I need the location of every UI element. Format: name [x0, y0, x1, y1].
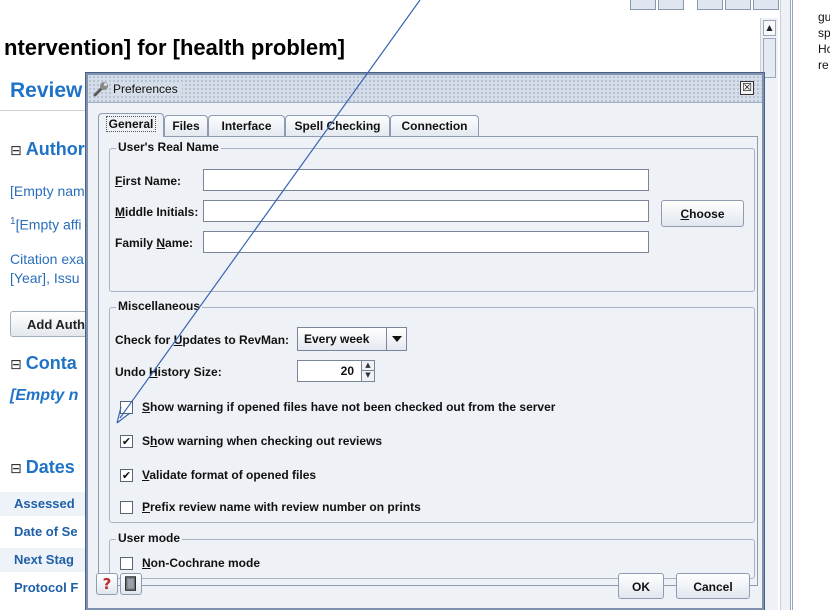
cancel-button[interactable]: Cancel — [676, 573, 750, 599]
review-title: ntervention] for [health problem] — [4, 35, 345, 60]
checkbox-warn-checking-out-label[interactable]: Show warning when checking out reviews — [142, 434, 382, 448]
middle-initials-label: Middle Initials: — [115, 205, 199, 219]
guide-text-line: sp — [818, 26, 830, 40]
author-name-link[interactable]: [Empty nam — [10, 183, 85, 199]
help-icon[interactable]: ? — [96, 573, 118, 595]
citation-example-line1: Citation exa — [10, 251, 84, 267]
real-name-group-label: User's Real Name — [116, 140, 221, 154]
date-row-assessed: Assessed — [14, 496, 75, 511]
tab-interface[interactable]: Interface — [208, 115, 285, 136]
date-row-protocol: Protocol F — [14, 580, 79, 595]
guide-panel — [790, 0, 830, 610]
updates-frequency-value: Every week — [304, 332, 370, 346]
close-icon[interactable]: ☒ — [740, 81, 754, 95]
authors-section-heading[interactable]: ⊟ Author — [10, 139, 85, 160]
guide-text-line: re — [818, 58, 829, 72]
first-name-label: First Name: — [115, 174, 182, 188]
first-name-field[interactable] — [203, 169, 649, 191]
collapse-icon[interactable]: ⊟ — [10, 357, 22, 373]
checkbox-validate-format[interactable]: ✔ — [120, 469, 133, 482]
guide-text-line: Hc — [818, 42, 830, 56]
undo-history-value: 20 — [340, 364, 354, 378]
dialog-titlebar[interactable]: Preferences ☒ — [88, 75, 762, 103]
undo-history-label: Undo History Size: — [115, 365, 222, 379]
contact-empty-link[interactable]: [Empty n — [10, 387, 78, 405]
checkbox-non-cochrane-mode[interactable] — [120, 557, 133, 570]
ok-button[interactable]: OK — [618, 573, 664, 599]
date-row-date-of-search: Date of Se — [14, 524, 78, 539]
user-mode-group-label: User mode — [116, 531, 183, 545]
updates-frequency-select[interactable]: Every week — [297, 327, 407, 351]
tab-connection[interactable]: Connection — [390, 115, 479, 136]
family-name-field[interactable] — [203, 231, 649, 253]
manual-book-icon[interactable] — [120, 573, 142, 595]
wrench-icon — [93, 82, 108, 97]
checkbox-warn-not-checked-out[interactable] — [120, 401, 133, 414]
tab-files[interactable]: Files — [164, 115, 208, 136]
family-name-label: Family Name: — [115, 236, 194, 250]
scroll-up-icon[interactable]: ▲ — [763, 20, 776, 36]
spinner-up-icon[interactable]: ▲ — [361, 361, 374, 371]
contact-section-heading[interactable]: ⊟ Conta — [10, 353, 77, 374]
miscellaneous-group: Miscellaneous Check for Updates to RevMa… — [109, 299, 755, 523]
tab-spell-checking[interactable]: Spell Checking — [285, 115, 390, 136]
preferences-dialog: Preferences ☒ General Files Interface Sp… — [86, 73, 764, 610]
miscellaneous-group-label: Miscellaneous — [116, 299, 203, 313]
checkbox-non-cochrane-mode-label[interactable]: Non-Cochrane mode — [142, 556, 260, 570]
choose-button[interactable]: Choose — [661, 200, 744, 227]
collapse-icon[interactable]: ⊟ — [10, 143, 22, 159]
toolbar-button[interactable] — [658, 0, 684, 10]
guide-text-line: gu — [818, 10, 830, 24]
checkbox-warn-checking-out[interactable]: ✔ — [120, 435, 133, 448]
chevron-down-icon[interactable] — [386, 328, 406, 350]
screen: ntervention] for [health problem] Review… — [0, 0, 830, 610]
date-row-next-stage: Next Stag — [14, 552, 74, 567]
general-tab-panel: User's Real Name First Name: Middle Init… — [98, 136, 758, 586]
middle-initials-field[interactable] — [203, 200, 649, 222]
toolbar-button[interactable] — [753, 0, 779, 10]
dialog-body: General Files Interface Spell Checking C… — [88, 103, 762, 608]
author-affiliation-link[interactable]: 1[Empty affi — [10, 216, 81, 233]
tab-general[interactable]: General — [98, 113, 164, 137]
citation-example-line2: [Year], Issu — [10, 270, 80, 286]
panel-splitter[interactable] — [780, 0, 790, 610]
toolbar-button[interactable] — [697, 0, 723, 10]
updates-label: Check for Updates to RevMan: — [115, 333, 290, 347]
review-subtitle: Review — [10, 79, 83, 102]
undo-history-spinner[interactable]: 20 ▲ ▼ — [297, 360, 375, 382]
collapse-icon[interactable]: ⊟ — [10, 461, 22, 477]
toolbar-button[interactable] — [630, 0, 656, 10]
dates-section-heading[interactable]: ⊟ Dates — [10, 457, 75, 478]
checkbox-prefix-review-name[interactable] — [120, 501, 133, 514]
real-name-group: User's Real Name First Name: Middle Init… — [109, 140, 755, 292]
scrollbar-thumb[interactable] — [763, 38, 776, 78]
dialog-title: Preferences — [113, 82, 182, 96]
toolbar-button[interactable] — [725, 0, 751, 10]
checkbox-validate-format-label[interactable]: Validate format of opened files — [142, 468, 316, 482]
spinner-down-icon[interactable]: ▼ — [361, 371, 374, 381]
document-toolbar — [0, 0, 790, 12]
checkbox-warn-not-checked-out-label[interactable]: Show warning if opened files have not be… — [142, 400, 555, 414]
checkbox-prefix-review-name-label[interactable]: Prefix review name with review number on… — [142, 500, 421, 514]
